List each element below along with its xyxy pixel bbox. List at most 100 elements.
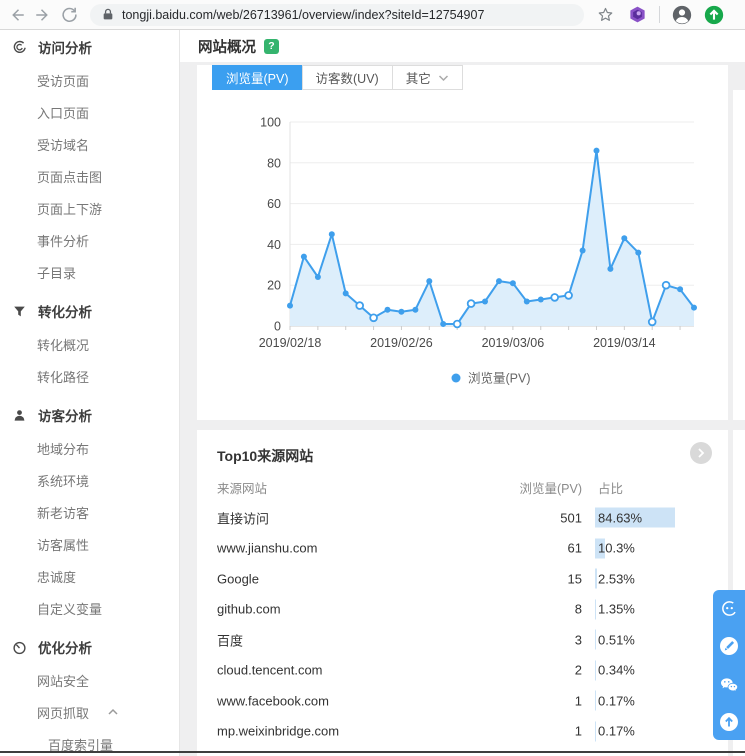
- sidebar-item-label: 页面点击图: [37, 169, 103, 185]
- source-name[interactable]: www.facebook.com: [217, 693, 329, 708]
- table-row: 百度 3 0.51%: [197, 625, 728, 655]
- metric-tabs: 浏览量(PV) 访客数(UV) 其它: [212, 65, 463, 90]
- tab-label: 浏览量(PV): [226, 72, 289, 86]
- customer-service-icon[interactable]: [719, 598, 739, 618]
- tab-2[interactable]: 其它: [391, 65, 463, 90]
- toolbar-divider: [659, 6, 660, 23]
- page-title: 网站概况: [198, 39, 256, 56]
- sidebar-item[interactable]: 自定义变量: [0, 592, 179, 624]
- column-source: 来源网站: [217, 482, 268, 496]
- svg-text:60: 60: [267, 197, 281, 211]
- right-column-card-edge-top: [733, 90, 745, 420]
- top-sources-title: Top10来源网站: [217, 448, 314, 464]
- pv-trend-card: 浏览量(PV) 访客数(UV) 其它 0 20 40 60 80 100 2019/02/18 2…: [197, 65, 728, 420]
- source-name[interactable]: mp.weixinbridge.com: [217, 724, 339, 739]
- sidebar-nav: 访问分析 受访页面入口页面受访域名页面点击图页面上下游 事件分析子目录转化分析转化概…: [0, 30, 180, 756]
- tab-label: 访客数(UV): [315, 72, 379, 86]
- source-ratio-value: 1.35%: [598, 601, 635, 617]
- sidebar-item-label: 子目录: [37, 265, 77, 281]
- sidebar-item[interactable]: 转化路径: [0, 360, 179, 392]
- source-pv-value: 61: [567, 540, 582, 556]
- tab-1[interactable]: 访客数(UV): [301, 65, 393, 90]
- main-content: 网站概况 ? 浏览量(PV) 访客数(UV) 其它 0 20 40 60 80 100 2019…: [180, 30, 745, 756]
- sidebar-item[interactable]: 子目录: [0, 256, 179, 288]
- sidebar-item[interactable]: 忠诚度: [0, 560, 179, 592]
- sidebar-section-visitor-analysis[interactable]: 访客分析: [0, 398, 179, 432]
- svg-text:浏览量(PV): 浏览量(PV): [468, 371, 531, 386]
- visitor-icon: [12, 408, 27, 423]
- back-to-top-icon[interactable]: [719, 712, 739, 732]
- feedback-pencil-icon[interactable]: [719, 636, 739, 656]
- sidebar-item-label: 新老访客: [37, 505, 90, 521]
- sidebar-item[interactable]: 受访域名: [0, 128, 179, 160]
- svg-text:100: 100: [260, 116, 281, 130]
- sidebar-section-visit-analysis[interactable]: 访问分析: [0, 30, 179, 64]
- pv-line-chart: 0 20 40 60 80 100 2019/02/18 2019/02/26 2019/03/…: [259, 116, 697, 386]
- sidebar-item[interactable]: 网页抓取: [0, 696, 179, 728]
- help-icon[interactable]: ?: [264, 38, 279, 54]
- source-pv-value: 15: [567, 571, 582, 586]
- page-header: 网站概况 ?: [180, 30, 745, 62]
- sidebar-section-optimization-analysis[interactable]: 优化分析: [0, 630, 179, 664]
- sidebar-section-conversion-analysis[interactable]: 转化分析: [0, 294, 179, 328]
- source-name[interactable]: www.jianshu.com: [217, 541, 317, 556]
- sidebar-item[interactable]: 转化概况: [0, 328, 179, 360]
- sidebar-item[interactable]: 新老访客: [0, 496, 179, 528]
- sidebar-item[interactable]: 页面点击图: [0, 160, 179, 192]
- browser-toolbar: tongji.baidu.com/web/26713961/overview/i…: [0, 0, 745, 30]
- svg-text:0: 0: [274, 320, 281, 334]
- svg-text:40: 40: [267, 238, 281, 252]
- wechat-icon[interactable]: [719, 674, 739, 694]
- sidebar-item-label: 受访域名: [37, 137, 90, 153]
- card-more-arrow-icon[interactable]: [690, 442, 712, 464]
- source-ratio-value: 0.34%: [598, 662, 635, 678]
- back-icon[interactable]: [4, 2, 30, 28]
- chevron-up-icon: [98, 707, 119, 717]
- reload-icon[interactable]: [56, 2, 82, 28]
- source-name[interactable]: Google: [217, 571, 259, 586]
- sidebar-section-label: 访客分析: [38, 409, 92, 424]
- source-pv-value: 3: [574, 632, 582, 647]
- sidebar-item[interactable]: 入口页面: [0, 96, 179, 128]
- sidebar-item-label: 忠诚度: [37, 569, 77, 585]
- tab-0[interactable]: 浏览量(PV): [212, 65, 303, 90]
- source-name[interactable]: github.com: [217, 602, 281, 617]
- table-row: www.jianshu.com 61 10.3%: [197, 533, 728, 563]
- visit-analysis-icon: [12, 40, 27, 55]
- source-ratio-value: 10.3%: [598, 540, 635, 556]
- source-name[interactable]: 直接访问: [217, 508, 269, 527]
- sidebar-item[interactable]: 页面上下游: [0, 192, 179, 224]
- address-bar[interactable]: tongji.baidu.com/web/26713961/overview/i…: [90, 3, 584, 26]
- sidebar-item[interactable]: 网站安全: [0, 664, 179, 696]
- source-name[interactable]: cloud.tencent.com: [217, 663, 323, 678]
- sidebar-item[interactable]: 系统环境: [0, 464, 179, 496]
- source-ratio-cell: 0.51%: [595, 629, 635, 650]
- forward-icon[interactable]: [30, 2, 56, 28]
- top-sources-card: Top10来源网站 来源网站 浏览量(PV) 占比 直接访问 501 84.63% w…: [197, 430, 728, 756]
- source-ratio-cell: 1.35%: [595, 599, 635, 619]
- source-ratio-value: 2.53%: [598, 571, 635, 586]
- sidebar-item[interactable]: 地域分布: [0, 432, 179, 464]
- sidebar-item[interactable]: 受访页面: [0, 64, 179, 96]
- lock-icon: [102, 8, 114, 21]
- source-ratio-cell: 0.34%: [595, 660, 635, 680]
- sidebar-item-label: 入口页面: [37, 105, 90, 121]
- svg-text:2019/03/06: 2019/03/06: [482, 336, 545, 350]
- profile-avatar-icon[interactable]: [669, 2, 695, 28]
- sidebar-section-label: 优化分析: [38, 641, 92, 656]
- table-row: github.com 8 1.35%: [197, 594, 728, 624]
- svg-text:2019/02/18: 2019/02/18: [259, 336, 322, 350]
- svg-text:80: 80: [267, 156, 281, 170]
- browser-update-icon[interactable]: [701, 2, 727, 28]
- column-pv: 浏览量(PV): [519, 482, 582, 496]
- sidebar-section-label: 转化分析: [38, 305, 92, 320]
- sidebar-item[interactable]: 访客属性: [0, 528, 179, 560]
- sidebar-item[interactable]: 事件分析: [0, 224, 179, 256]
- extension-icon[interactable]: [624, 2, 650, 28]
- bookmark-star-icon[interactable]: [592, 2, 618, 28]
- gauge-icon: [12, 640, 27, 655]
- sidebar-item-label: 转化路径: [37, 369, 90, 385]
- source-name[interactable]: 百度: [217, 630, 243, 649]
- source-pv-value: 1: [574, 693, 582, 708]
- funnel-icon: [12, 304, 27, 319]
